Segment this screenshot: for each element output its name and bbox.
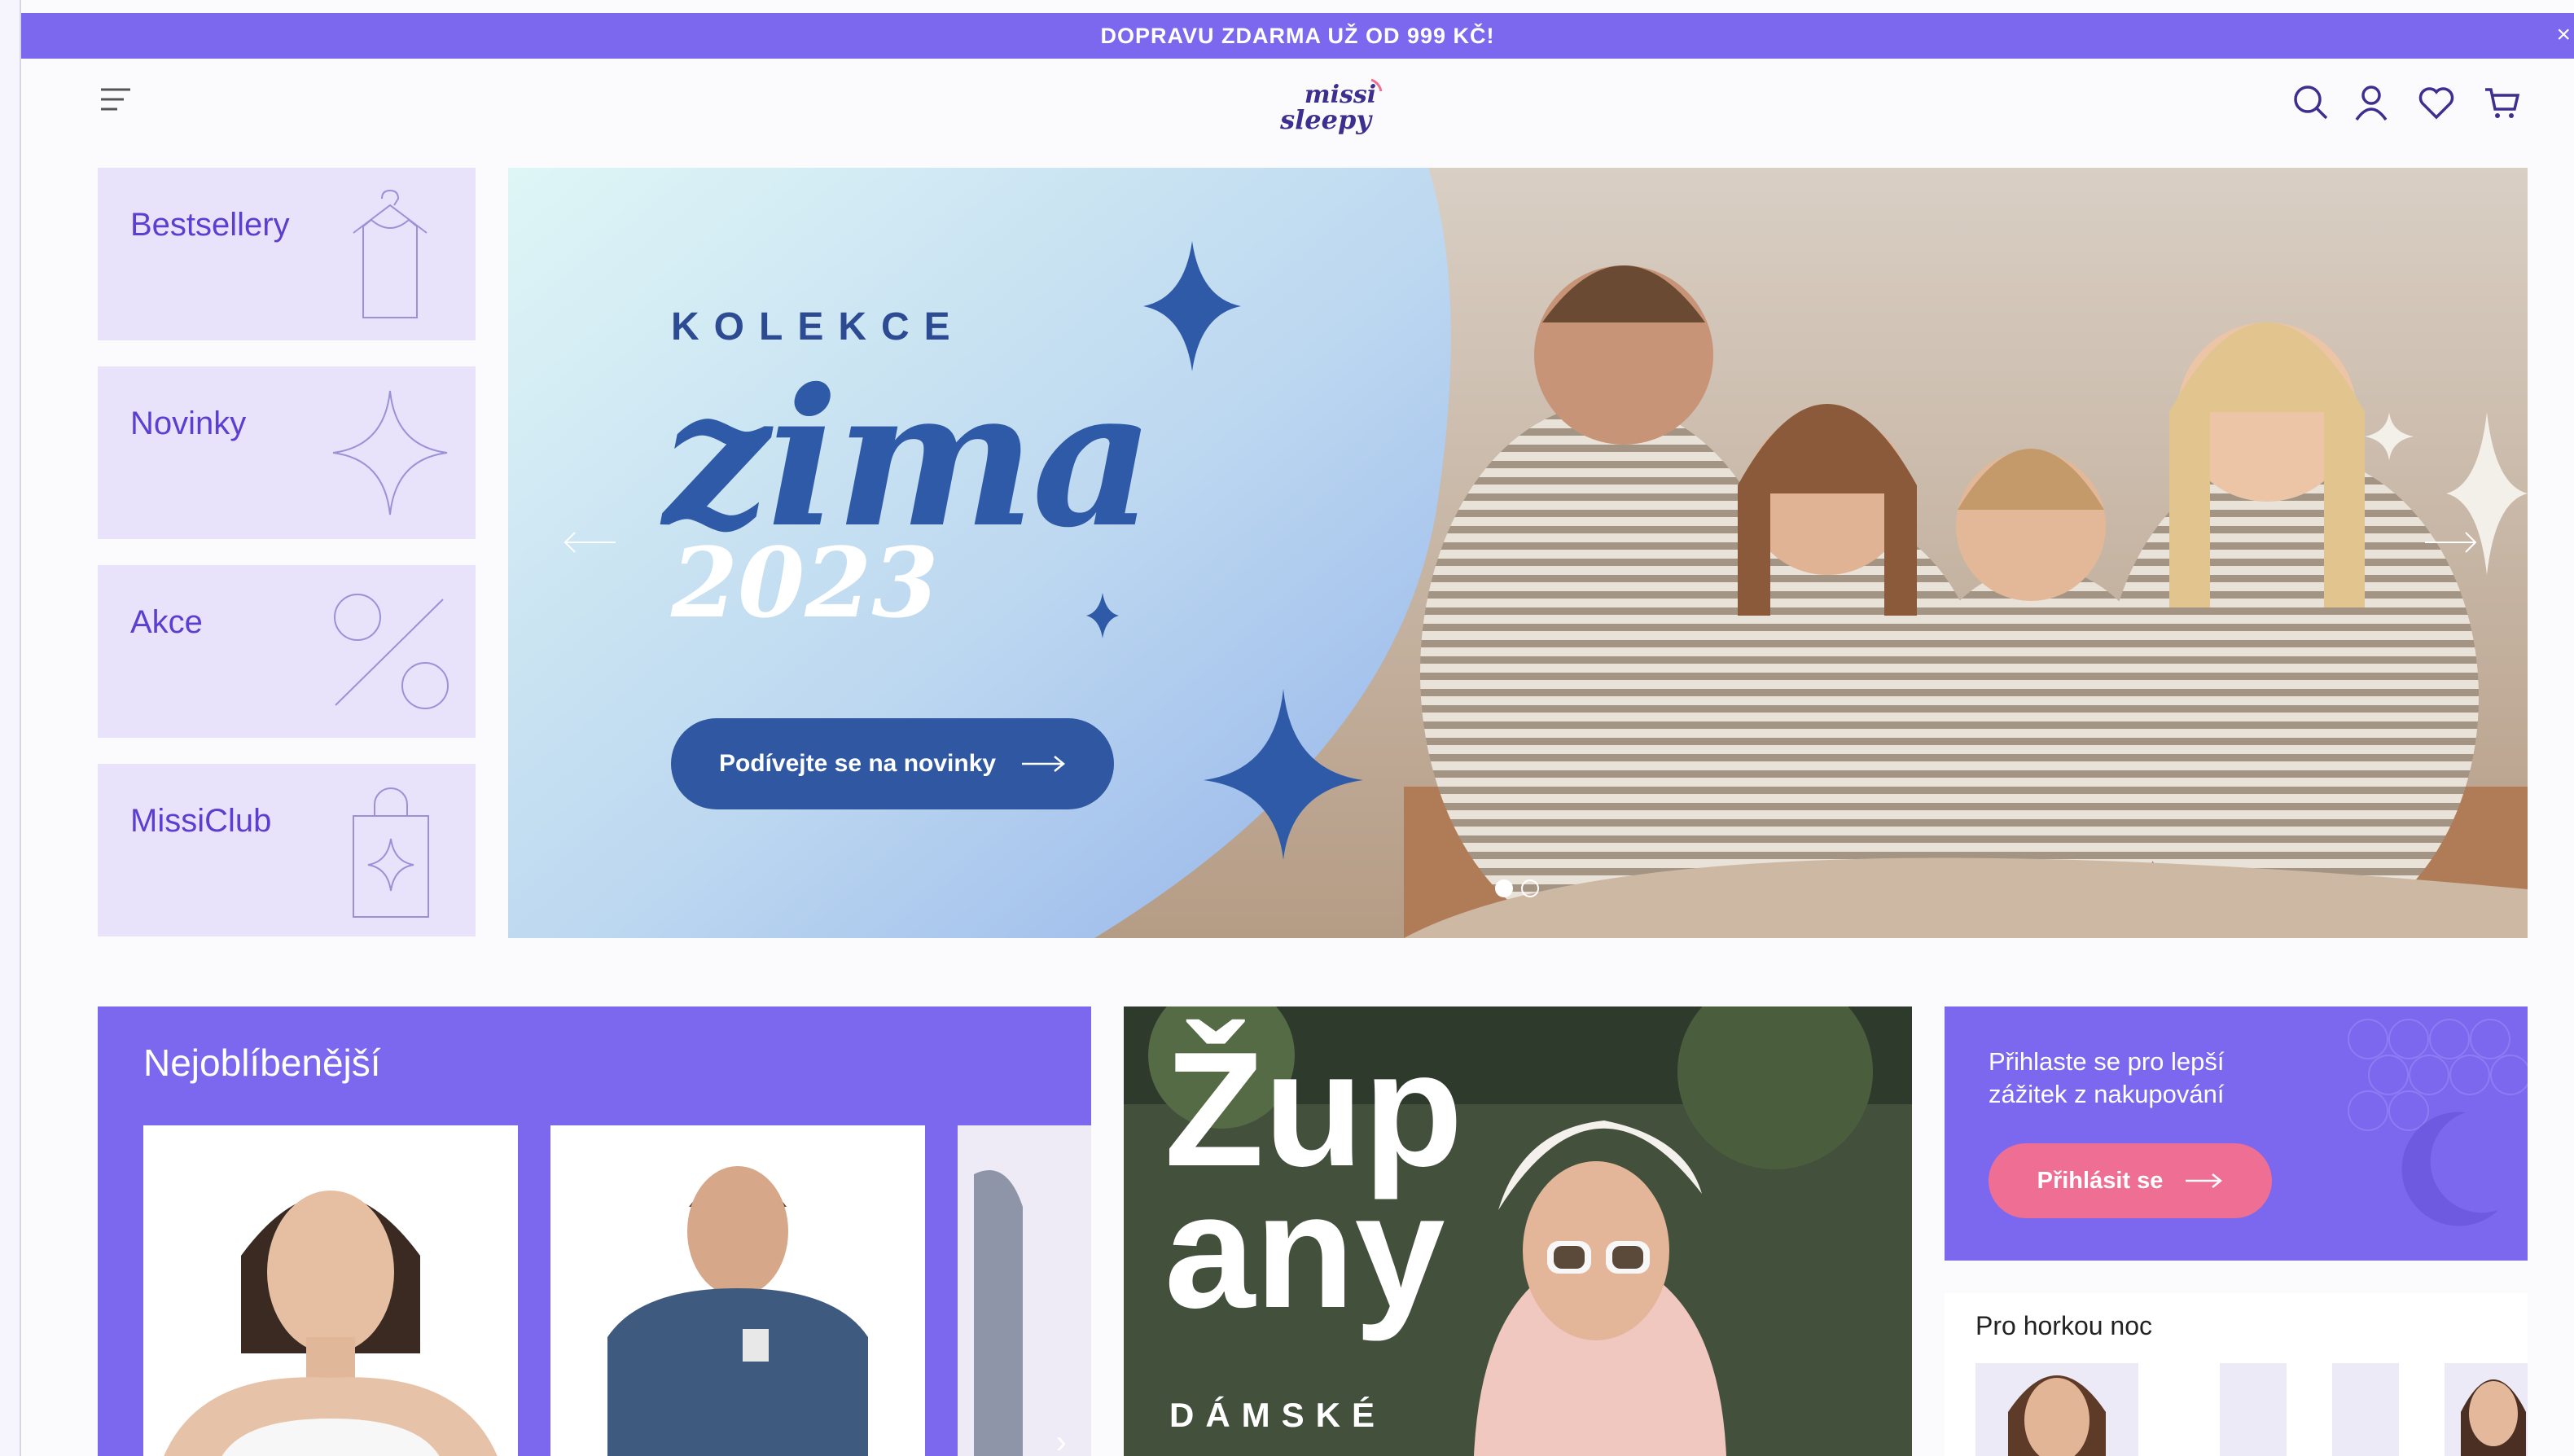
robes-title-line-1: Žup: [1164, 1019, 1463, 1200]
product-card[interactable]: [958, 1125, 1091, 1456]
category-bestsellery[interactable]: Bestsellery: [98, 168, 476, 340]
login-button[interactable]: Přihlásit se: [1989, 1143, 2272, 1218]
product-card[interactable]: [143, 1125, 518, 1456]
carousel-dot-2[interactable]: [1521, 879, 1539, 897]
hot-night-product[interactable]: [2220, 1363, 2287, 1456]
carousel-prev-arrow[interactable]: [562, 526, 619, 559]
product-card[interactable]: [550, 1125, 925, 1456]
category-label: Bestsellery: [130, 207, 290, 243]
carousel-dots: [1495, 879, 1539, 897]
login-button-label: Přihlásit se: [2037, 1167, 2164, 1194]
hero-kicker: KOLEKCE: [671, 305, 965, 349]
category-label: Novinky: [130, 406, 247, 441]
shopping-bag-icon: [353, 787, 429, 918]
product-image: [2461, 1379, 2526, 1456]
cart-icon[interactable]: [2482, 83, 2521, 122]
logo-line-2: sleepy: [1279, 104, 1373, 135]
hot-night-product[interactable]: [2332, 1363, 2399, 1456]
hanger-shirt-icon: [353, 190, 428, 318]
percent-icon: [334, 594, 449, 709]
hot-night-section: Pro horkou noc: [1945, 1293, 2528, 1456]
product-image: [607, 1166, 868, 1456]
moon-pattern-icon: [2348, 1019, 2528, 1226]
hero-cta-button[interactable]: Podívejte se na novinky: [671, 718, 1114, 809]
carousel-dot-1[interactable]: [1495, 879, 1513, 897]
hero-carousel: KOLEKCE zima 2023 Podívejte se na novink…: [508, 168, 2528, 938]
sparkle-star-icon: [332, 390, 448, 515]
menu-icon[interactable]: [98, 83, 134, 116]
login-promo: Přihlaste se pro lepší zážitek z nakupov…: [1945, 1006, 2528, 1261]
hot-night-product[interactable]: [1975, 1363, 2138, 1456]
robes-banner[interactable]: Žup any DÁMSKÉ: [1124, 1006, 1912, 1456]
favorites-next-arrow[interactable]: ›: [1056, 1424, 1067, 1456]
favorites-title: Nejoblíbenější: [143, 1042, 381, 1084]
promo-text: DOPRAVU ZDARMA UŽ OD 999 KČ!: [1100, 23, 1495, 48]
robes-title: Žup any: [1164, 1019, 1463, 1342]
category-novinky[interactable]: Novinky: [98, 366, 476, 539]
arrow-right-icon: [1022, 756, 1066, 772]
arrow-right-icon: [2186, 1173, 2223, 1188]
promo-bar: DOPRAVU ZDARMA UŽ OD 999 KČ! ×: [21, 13, 2574, 59]
product-image: [2008, 1375, 2106, 1456]
carousel-next-arrow[interactable]: [2422, 526, 2479, 559]
user-icon[interactable]: [2352, 83, 2391, 122]
login-promo-text: Přihlaste se pro lepší zážitek z nakupov…: [1989, 1047, 2225, 1108]
hero-year: 2023: [671, 526, 939, 639]
robes-subtitle: DÁMSKÉ: [1169, 1396, 1387, 1434]
product-image: [164, 1191, 498, 1456]
category-akce[interactable]: Akce: [98, 565, 476, 738]
missi-sleepy-logo[interactable]: missi sleepy: [1259, 75, 1405, 140]
heart-icon[interactable]: [2417, 83, 2456, 122]
hero-cta-label: Podívejte se na novinky: [718, 750, 997, 777]
robes-title-line-2: any: [1164, 1160, 1445, 1342]
favorites-section: Nejoblíbenější ›: [98, 1006, 1091, 1456]
hot-night-product[interactable]: [2445, 1363, 2528, 1456]
close-promo-button[interactable]: ×: [2556, 21, 2571, 49]
hot-night-title: Pro horkou noc: [1975, 1311, 2153, 1340]
category-label: MissiClub: [130, 803, 272, 839]
category-missiclub[interactable]: MissiClub: [98, 764, 476, 936]
site-header: missi sleepy: [21, 59, 2574, 164]
search-icon[interactable]: [2291, 83, 2331, 122]
product-image: [974, 1170, 1023, 1456]
category-label: Akce: [130, 604, 203, 640]
